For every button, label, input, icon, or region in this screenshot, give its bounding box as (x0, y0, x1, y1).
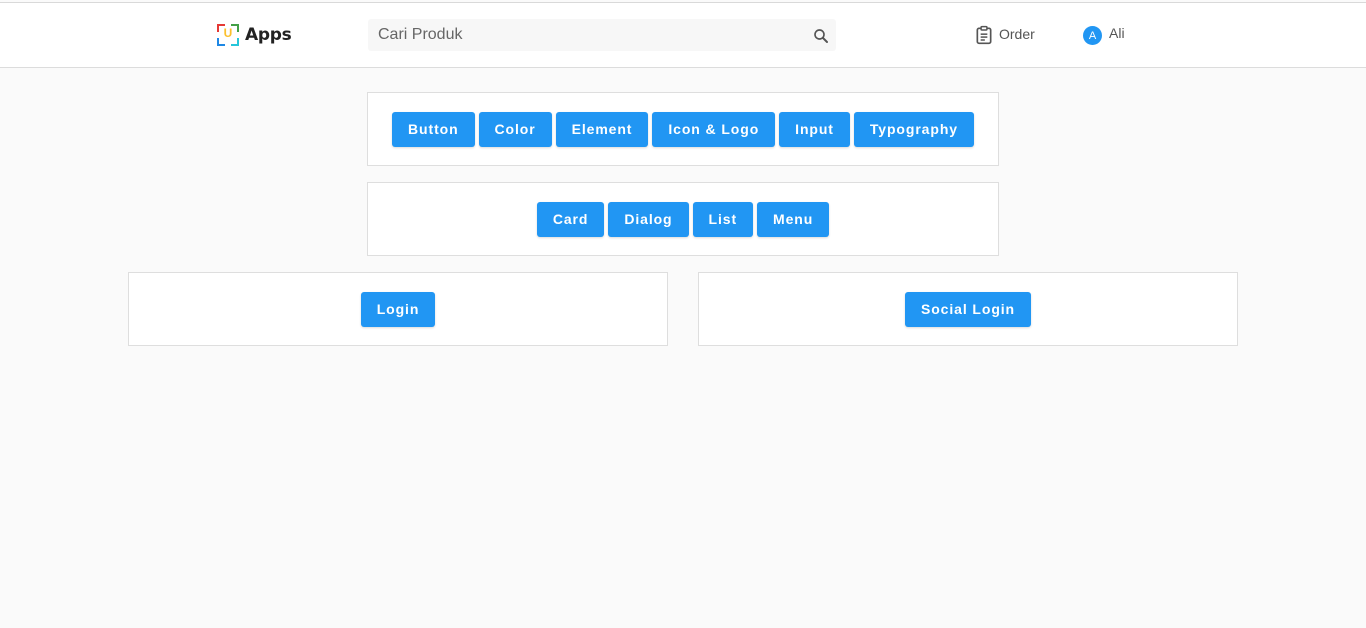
order-link[interactable]: Order (974, 25, 1035, 45)
app-logo[interactable]: U Apps (217, 24, 292, 46)
dialog-nav-button[interactable]: Dialog (608, 201, 689, 237)
app-header: U Apps Order A Ali (0, 3, 1366, 68)
user-name: Ali (1109, 25, 1125, 41)
search-bar (368, 19, 836, 51)
search-icon[interactable] (812, 27, 830, 45)
social-login-button[interactable]: Social Login (904, 291, 1032, 327)
list-nav-button[interactable]: List (692, 201, 754, 237)
ui-components-card: Card Dialog List Menu (367, 182, 999, 256)
avatar: A (1083, 26, 1102, 45)
login-card: Login (128, 272, 668, 346)
order-label: Order (999, 25, 1035, 42)
user-menu[interactable]: A Ali (1083, 25, 1125, 45)
logo-text: Apps (245, 25, 292, 45)
card-nav-button[interactable]: Card (536, 201, 605, 237)
search-input[interactable] (368, 19, 798, 51)
social-login-card: Social Login (698, 272, 1238, 346)
menu-nav-button[interactable]: Menu (757, 201, 830, 237)
login-button[interactable]: Login (360, 291, 436, 327)
logo-mark-icon: U (217, 24, 239, 46)
input-nav-button[interactable]: Input (779, 111, 850, 147)
clipboard-icon (976, 25, 992, 45)
element-nav-button[interactable]: Element (555, 111, 649, 147)
typography-nav-button[interactable]: Typography (853, 111, 974, 147)
button-nav-button[interactable]: Button (392, 111, 475, 147)
color-nav-button[interactable]: Color (478, 111, 552, 147)
icon-logo-nav-button[interactable]: Icon & Logo (652, 111, 776, 147)
general-components-card: Button Color Element Icon & Logo Input T… (367, 92, 999, 166)
